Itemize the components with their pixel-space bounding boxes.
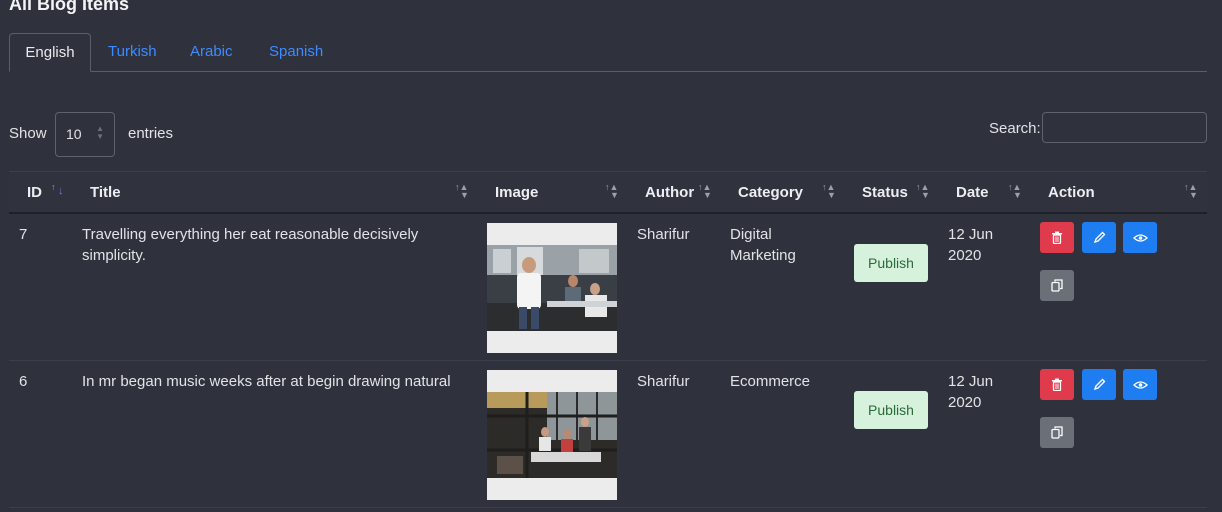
eye-icon — [1132, 233, 1148, 242]
row-id: 6 — [19, 373, 28, 390]
sort-icon[interactable]: ↑▲ ▼ — [1184, 183, 1198, 200]
column-header-title[interactable]: Title — [90, 172, 121, 213]
search-input[interactable] — [1042, 112, 1207, 143]
sort-icon[interactable]: ↑▲ ▼ — [822, 183, 836, 200]
view-button[interactable] — [1123, 222, 1157, 253]
sort-icon[interactable]: ↑▲ ▼ — [455, 183, 469, 200]
row-category: Digital Marketing — [730, 224, 796, 266]
table-header: ID ↑ ↓ Title ↑▲ ▼ Image ↑▲ ▼ Author ↑▲ ▼… — [9, 171, 1207, 214]
edit-button[interactable] — [1082, 222, 1116, 253]
column-header-action: Action — [1048, 184, 1095, 201]
sort-desc-icon[interactable]: ↑ — [51, 183, 56, 192]
column-header-author[interactable]: Author — [645, 172, 694, 213]
row-date: 12 Jun 2020 — [948, 371, 993, 413]
row-author: Sharifur — [637, 226, 690, 243]
eye-icon — [1132, 380, 1148, 389]
column-header-status[interactable]: Status — [862, 172, 908, 213]
clone-button[interactable] — [1040, 270, 1074, 301]
row-date-line: 2020 — [948, 394, 982, 411]
row-id: 7 — [19, 226, 28, 243]
sort-icon[interactable]: ↑▲ ▼ — [916, 183, 930, 200]
table-row: 7 Travelling everything her eat reasonab… — [9, 214, 1207, 361]
column-header-date[interactable]: Date — [956, 172, 989, 213]
trash-icon — [1052, 231, 1062, 244]
table-row: 6 In mr began music weeks after at begin… — [9, 361, 1207, 508]
tab-english[interactable]: English — [9, 33, 91, 72]
language-tabs: English Turkish Arabic Spanish — [9, 33, 1207, 72]
column-header-id[interactable]: ID — [27, 172, 42, 213]
search-label: Search: — [989, 120, 1041, 137]
entries-label: entries — [128, 125, 174, 142]
row-author: Sharifur — [637, 373, 690, 390]
entries-per-page-select[interactable]: 10 ▲ ▼ — [55, 112, 115, 157]
row-category: Ecommerce — [730, 371, 810, 392]
pencil-icon — [1093, 231, 1105, 244]
entries-select-value: 10 — [66, 126, 82, 142]
status-badge[interactable]: Publish — [854, 244, 928, 282]
tab-arabic[interactable]: Arabic — [190, 33, 233, 72]
row-category-line: Marketing — [730, 247, 796, 264]
delete-button[interactable] — [1040, 222, 1074, 253]
pencil-icon — [1093, 378, 1105, 391]
show-label: Show — [9, 125, 47, 142]
row-category-line: Ecommerce — [730, 373, 811, 390]
blog-thumbnail-image — [487, 370, 617, 500]
tab-spanish[interactable]: Spanish — [269, 33, 323, 72]
sort-arrow-icon: ↓ — [58, 185, 64, 197]
clone-button[interactable] — [1040, 417, 1074, 448]
view-button[interactable] — [1123, 369, 1157, 400]
office-photo-graphic — [487, 245, 617, 331]
row-date: 12 Jun 2020 — [948, 224, 993, 266]
blog-thumbnail-image — [487, 223, 617, 353]
row-date-line: 2020 — [948, 247, 982, 264]
copy-icon — [1051, 426, 1063, 439]
row-date-line: 12 Jun — [948, 373, 994, 390]
sort-icon[interactable]: ↑▲ ▼ — [605, 183, 619, 200]
select-caret-icon: ▲ ▼ — [96, 124, 104, 141]
column-header-image[interactable]: Image — [495, 172, 538, 213]
page-title: All Blog Items — [9, 0, 130, 14]
copy-icon — [1051, 279, 1063, 292]
delete-button[interactable] — [1040, 369, 1074, 400]
office-photo-graphic — [487, 392, 617, 478]
row-title: Travelling everything her eat reasonable… — [82, 226, 419, 264]
status-badge[interactable]: Publish — [854, 391, 928, 429]
tab-turkish[interactable]: Turkish — [108, 33, 157, 72]
row-date-line: 12 Jun — [948, 226, 994, 243]
sort-icon[interactable]: ↑▲ ▼ — [1008, 183, 1022, 200]
sort-icon[interactable]: ↑▲ ▼ — [698, 183, 712, 200]
blog-items-table: ID ↑ ↓ Title ↑▲ ▼ Image ↑▲ ▼ Author ↑▲ ▼… — [9, 171, 1207, 508]
trash-icon — [1052, 378, 1062, 391]
row-category-line: Digital — [730, 226, 772, 243]
row-title: In mr began music weeks after at begin d… — [82, 373, 451, 390]
column-header-category[interactable]: Category — [738, 172, 803, 213]
edit-button[interactable] — [1082, 369, 1116, 400]
